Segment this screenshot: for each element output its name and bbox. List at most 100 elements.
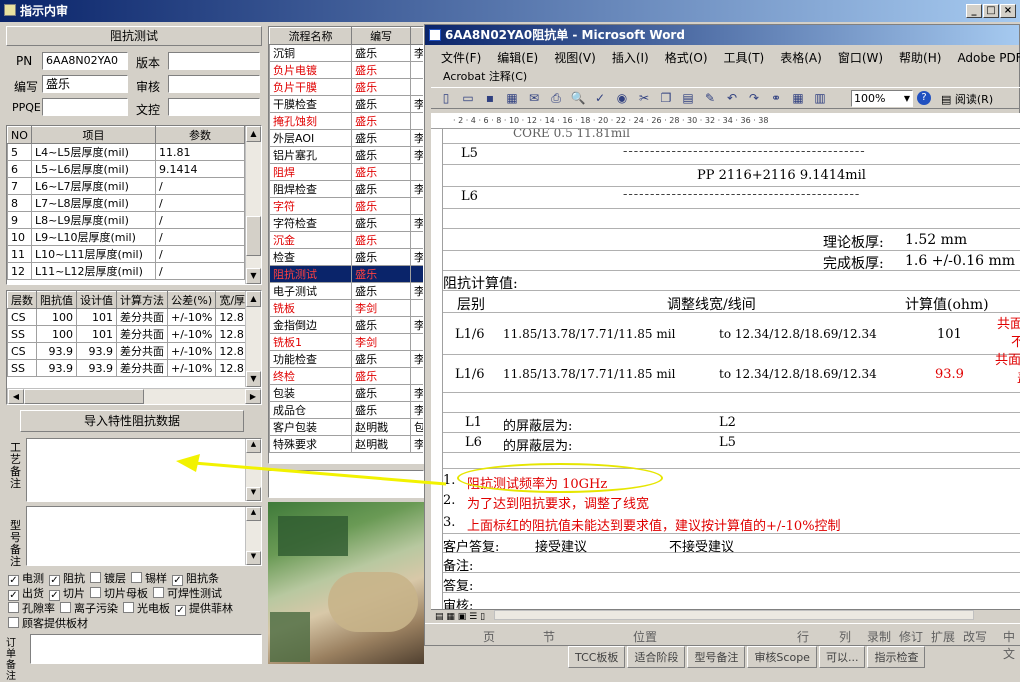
checkbox-icon[interactable]	[153, 587, 164, 598]
option-checkbox[interactable]: ✓ 提供菲林	[175, 602, 233, 616]
spelling-icon[interactable]: ✓	[589, 91, 611, 105]
word-menu-item[interactable]: 编辑(E)	[497, 51, 538, 65]
col-flow-writer[interactable]: 编写	[351, 27, 411, 45]
copy-icon[interactable]: ❐	[655, 91, 677, 105]
bottom-strip-item[interactable]: 适合阶段	[627, 646, 686, 668]
flow-row[interactable]: 字符检查 盛乐李	[269, 214, 423, 232]
flow-row[interactable]: 包装 盛乐李	[269, 384, 423, 402]
docctrl-field[interactable]	[168, 98, 260, 116]
checkbox-icon[interactable]	[60, 602, 71, 613]
flow-row[interactable]: 功能检查 盛乐李	[269, 350, 423, 368]
word-menu-item[interactable]: 帮助(H)	[899, 51, 941, 65]
model-remark-input[interactable]: ▲ ▼	[26, 506, 262, 566]
redo-icon[interactable]: ↷	[743, 91, 765, 105]
undo-icon[interactable]: ↶	[721, 91, 743, 105]
flow-row[interactable]: 阻抗测试 盛乐	[269, 265, 423, 283]
print-view-icon[interactable]: ▣	[458, 612, 467, 622]
imp-col-header[interactable]: 计算方法	[116, 291, 168, 309]
flow-row[interactable]: 铣板 李剑	[269, 299, 423, 317]
word-menu-item[interactable]: 格式(O)	[665, 51, 708, 65]
new-doc-icon[interactable]: ▯	[435, 91, 457, 105]
open-icon[interactable]: ▭	[457, 91, 479, 105]
zoom-select[interactable]: 100% ▼	[851, 90, 913, 107]
flow-row[interactable]: 阻焊 盛乐	[269, 163, 423, 181]
checkbox-icon[interactable]: ✓	[175, 605, 186, 616]
params-row[interactable]: 5 L4~L5层厚度(mil) 11.81	[7, 143, 245, 161]
word-menu-item[interactable]: 表格(A)	[780, 51, 822, 65]
word-menu-item[interactable]: 窗口(W)	[838, 51, 883, 65]
checkbox-icon[interactable]	[123, 602, 134, 613]
menu-acrobat[interactable]: Acrobat 注释(C)	[443, 68, 527, 84]
option-checkbox[interactable]: 离子污染	[60, 602, 118, 615]
imp-h-scrollbar[interactable]: ◀ ▶	[7, 388, 261, 404]
params-row[interactable]: 8 L7~L8层厚度(mil) /	[7, 194, 245, 212]
flow-row[interactable]: 负片电镀 盛乐	[269, 61, 423, 79]
params-row[interactable]: 7 L6~L7层厚度(mil) /	[7, 177, 245, 195]
params-row[interactable]: 10 L9~L10层厚度(mil) /	[7, 228, 245, 246]
word-menu-item[interactable]: 视图(V)	[554, 51, 596, 65]
imp-row[interactable]: CS 93.9 93.9 差分共面 +/-10% 12.8	[7, 342, 250, 360]
format-painter-icon[interactable]: ✎	[699, 91, 721, 105]
reading-view-icon[interactable]: ▯	[480, 612, 485, 622]
bottom-strip-item[interactable]: TCC板板	[568, 646, 626, 668]
maximize-button[interactable]: □	[983, 4, 999, 18]
flow-row[interactable]: 电子测试 盛乐李	[269, 282, 423, 300]
option-checkbox[interactable]: 光电板	[123, 602, 170, 615]
bottom-strip-item[interactable]: 型号备注	[687, 646, 746, 668]
flow-row[interactable]: 成品仓 盛乐李	[269, 401, 423, 419]
word-menu-item[interactable]: 文件(F)	[441, 51, 481, 65]
flow-row[interactable]: 铝片塞孔 盛乐李	[269, 146, 423, 164]
imp-col-header[interactable]: 宽/厚	[215, 291, 250, 309]
web-view-icon[interactable]: ▦	[446, 612, 455, 622]
option-checkbox[interactable]: 锡样	[131, 572, 167, 585]
imp-col-header[interactable]: 阻抗值	[36, 291, 77, 309]
bottom-strip-item[interactable]: 可以...	[818, 646, 866, 668]
import-impedance-button[interactable]: 导入特性阻抗数据	[20, 410, 244, 432]
checkbox-icon[interactable]	[131, 572, 142, 583]
cut-icon[interactable]: ✂	[633, 91, 655, 105]
outline-view-icon[interactable]: ☰	[469, 612, 477, 622]
flow-row[interactable]: 掩孔蚀刻 盛乐	[269, 112, 423, 130]
imp-row[interactable]: SS 93.9 93.9 差分共面 +/-10% 12.8	[7, 359, 250, 377]
close-button[interactable]: ×	[1000, 4, 1016, 18]
research-icon[interactable]: ◉	[611, 91, 633, 105]
flow-row[interactable]: 检查 盛乐李	[269, 248, 423, 266]
columns-icon[interactable]: ▥	[809, 91, 831, 105]
imp-col-header[interactable]: 公差(%)	[166, 291, 217, 309]
col-param[interactable]: 参数	[155, 126, 245, 144]
flow-row[interactable]: 干膜检查 盛乐李	[269, 95, 423, 113]
option-checkbox[interactable]: ✓ 阻抗	[49, 572, 85, 586]
flow-row[interactable]: 字符 盛乐	[269, 197, 423, 215]
table-icon[interactable]: ▦	[787, 91, 809, 105]
imp-col-header[interactable]: 层数	[7, 291, 37, 309]
save-icon[interactable]: ▪	[479, 91, 501, 105]
option-checkbox[interactable]: ✓ 切片	[49, 587, 85, 601]
flow-row[interactable]: 负片干膜 盛乐	[269, 78, 423, 96]
pn-field[interactable]: 6AA8N02YA0	[42, 52, 128, 70]
option-checkbox[interactable]: 孔隙率	[8, 602, 55, 615]
checkbox-icon[interactable]	[90, 587, 101, 598]
print-preview-icon[interactable]: 🔍	[567, 91, 589, 105]
checkbox-icon[interactable]	[8, 602, 19, 613]
col-item[interactable]: 项目	[31, 126, 156, 144]
word-menu-item[interactable]: Adobe PDF	[957, 51, 1020, 65]
col-flow-name[interactable]: 流程名称	[269, 27, 353, 45]
impedance-table[interactable]: 层数 阻抗值 设计值 计算方法 公差(%) 宽/厚 CS 100 101 差分共面 +/-10% 1…	[6, 290, 262, 405]
flow-row[interactable]: 客户包装 赵明戡包	[269, 418, 423, 436]
reading-mode-button[interactable]: ▤ 阅读(R)	[941, 91, 993, 107]
params-table[interactable]: NO 项目 参数 5 L4~L5层厚度(mil) 11.81 6 L5~L6层厚度(mil)…	[6, 125, 262, 285]
email-icon[interactable]: ✉	[523, 91, 545, 105]
option-checkbox[interactable]: 切片母板	[90, 587, 148, 600]
params-row[interactable]: 12 L11~L12层厚度(mil) /	[7, 262, 245, 280]
flow-row[interactable]: 终检 盛乐	[269, 367, 423, 385]
flow-row[interactable]: 外层AOI 盛乐李	[269, 129, 423, 147]
option-checkbox[interactable]: 顾客提供板材	[8, 617, 88, 630]
option-checkbox[interactable]: 镀层	[90, 572, 126, 585]
view-bar[interactable]: ▤ ▦ ▣ ☰ ▯	[431, 609, 1020, 623]
permission-icon[interactable]: ▦	[501, 91, 523, 105]
order-remark-input[interactable]	[30, 634, 262, 664]
imp-v-scrollbar[interactable]: ▲ ▼	[245, 291, 261, 387]
flow-row[interactable]: 阻焊检查 盛乐李	[269, 180, 423, 198]
bottom-strip-item[interactable]: 指示检查	[867, 646, 926, 668]
document-page[interactable]: CORE 0.5 11.81mil L5 --------------------…	[443, 129, 1020, 609]
